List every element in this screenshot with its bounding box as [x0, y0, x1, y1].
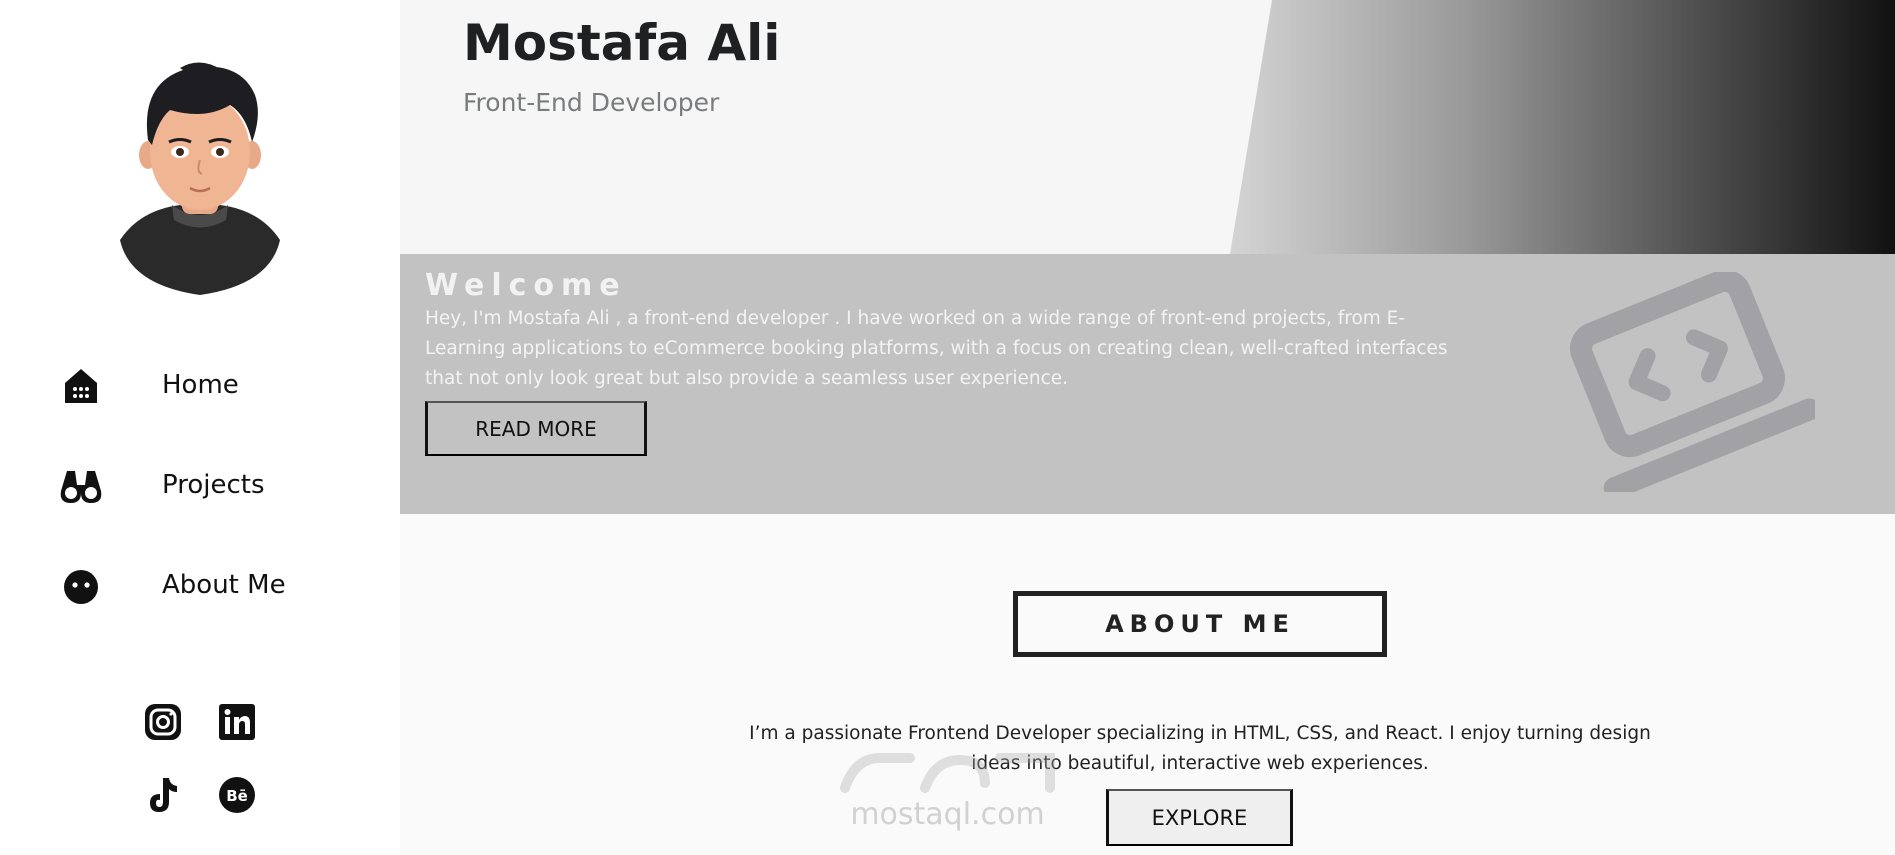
home-icon: [58, 362, 104, 408]
welcome-title: Welcome: [425, 268, 627, 303]
svg-text:Bē: Bē: [226, 787, 248, 805]
about-section: ABOUT ME I’m a passionate Frontend Devel…: [400, 514, 1895, 855]
binoculars-icon: [58, 462, 104, 508]
role-subtitle: Front-End Developer: [463, 88, 720, 117]
instagram-icon[interactable]: [143, 702, 183, 742]
laptop-code-icon: [1570, 272, 1815, 492]
page-title: Mostafa Ali: [463, 14, 781, 72]
read-more-button[interactable]: READ MORE: [425, 401, 647, 456]
explore-button[interactable]: EXPLORE: [1106, 789, 1293, 846]
avatar: [120, 62, 280, 295]
tiktok-icon[interactable]: [143, 775, 183, 815]
sidebar-item-home[interactable]: Home: [58, 362, 239, 408]
about-heading: ABOUT ME: [1013, 591, 1387, 657]
sidebar-item-about[interactable]: About Me: [58, 562, 286, 608]
sidebar-item-label: Home: [162, 370, 239, 400]
sidebar-item-label: About Me: [162, 570, 286, 600]
face-icon: [58, 562, 104, 608]
sidebar-item-projects[interactable]: Projects: [58, 462, 265, 508]
sidebar: Home Projects About Me Bē: [0, 0, 400, 855]
sidebar-item-label: Projects: [162, 470, 265, 500]
welcome-text: Hey, I'm Mostafa Ali , a front-end devel…: [425, 308, 1448, 389]
welcome-section: Welcome Hey, I'm Mostafa Ali , a front-e…: [400, 254, 1895, 514]
linkedin-icon[interactable]: [217, 702, 257, 742]
behance-icon[interactable]: Bē: [217, 775, 257, 815]
watermark-text: mostaql.com: [850, 797, 1045, 832]
hero-section: Mostafa Ali Front-End Developer: [400, 0, 1895, 254]
